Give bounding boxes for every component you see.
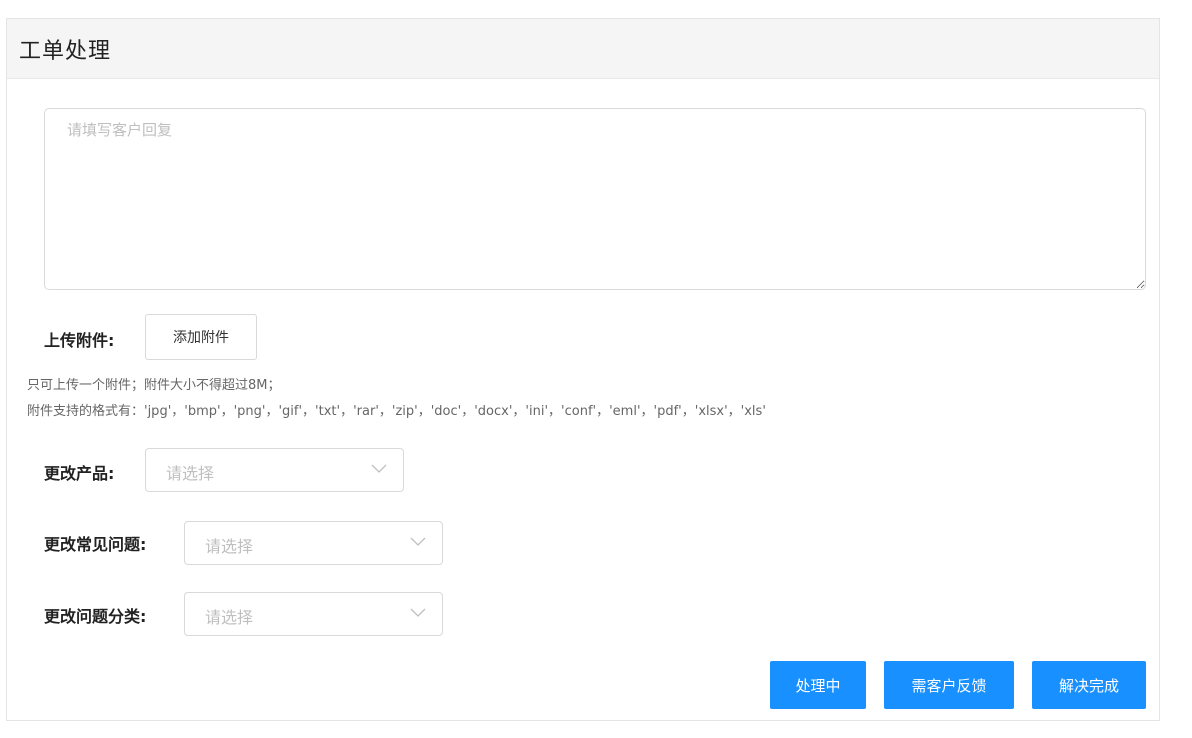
faq-label: 更改常见问题:: [44, 535, 147, 554]
add-attachment-button[interactable]: 添加附件: [145, 314, 257, 360]
panel-header: 工单处理: [7, 19, 1159, 79]
product-label: 更改产品:: [44, 464, 115, 483]
resolved-button[interactable]: 解决完成: [1032, 661, 1146, 709]
product-select-placeholder: 请选择: [166, 464, 215, 483]
ticket-panel: 工单处理 上传附件: 添加附件 只可上传一个附件；附件大小不得超过8M； 附件支…: [6, 18, 1160, 721]
chevron-down-icon: [371, 464, 387, 473]
need-feedback-button[interactable]: 需客户反馈: [884, 661, 1014, 709]
chevron-down-icon: [410, 608, 426, 617]
panel-title: 工单处理: [19, 39, 112, 64]
customer-reply-textarea[interactable]: [44, 108, 1146, 290]
category-select[interactable]: 请选择: [184, 592, 443, 636]
upload-label: 上传附件:: [44, 331, 115, 350]
faq-select[interactable]: 请选择: [184, 521, 443, 565]
category-label: 更改问题分类:: [44, 607, 147, 626]
processing-button[interactable]: 处理中: [770, 661, 866, 709]
upload-hint-formats: 附件支持的格式有：'jpg'，'bmp'，'png'，'gif'，'txt'，'…: [27, 404, 766, 419]
faq-select-placeholder: 请选择: [205, 537, 254, 556]
chevron-down-icon: [410, 537, 426, 546]
category-select-placeholder: 请选择: [205, 608, 254, 627]
upload-hint-size: 只可上传一个附件；附件大小不得超过8M；: [27, 378, 281, 393]
product-select[interactable]: 请选择: [145, 448, 404, 492]
